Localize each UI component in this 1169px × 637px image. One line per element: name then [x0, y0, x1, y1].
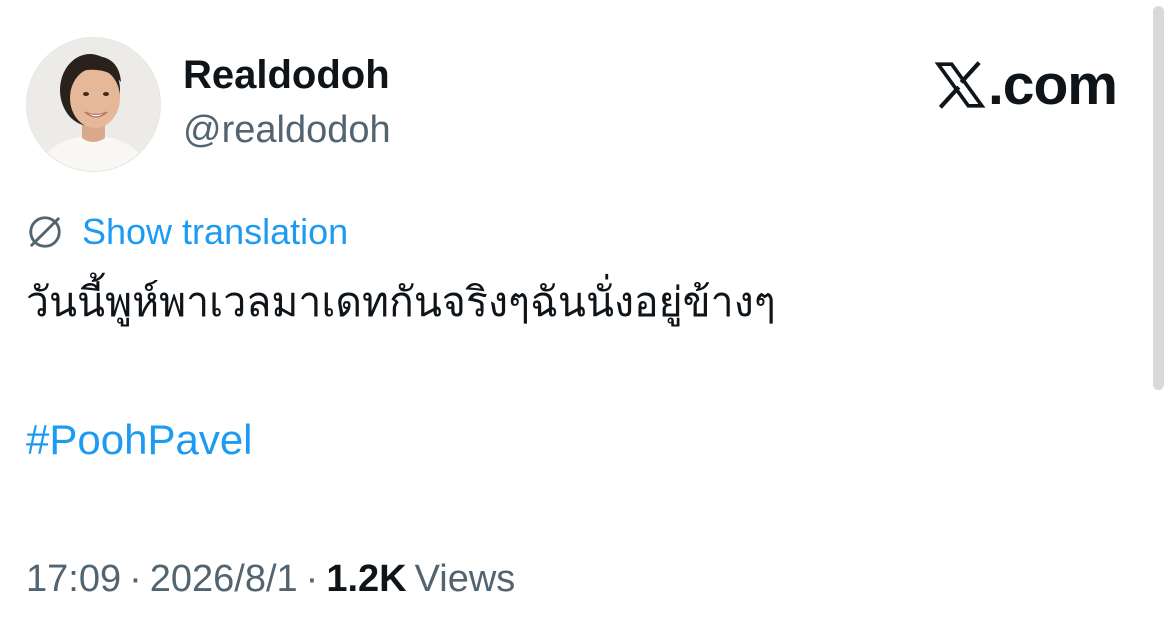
tweet-time[interactable]: 17:09 [26, 555, 121, 603]
hashtag-link[interactable]: #PoohPavel [26, 414, 253, 466]
tweet-card: Realdodoh @realdodoh .com Show translati… [0, 0, 1169, 637]
avatar[interactable] [26, 37, 161, 172]
x-logo-icon [934, 61, 986, 109]
tweet-date[interactable]: 2026/8/1 [150, 555, 298, 603]
tweet-text: วันนี้พูห์พาเวลมาเดทกันจริงๆฉันนั่งอยู่ข… [26, 278, 776, 326]
globe-icon [29, 216, 61, 248]
show-translation-link[interactable]: Show translation [82, 210, 348, 254]
show-translation-row[interactable]: Show translation [26, 210, 348, 254]
scrollbar[interactable] [1153, 6, 1164, 390]
tweet-meta: 17:09 · 2026/8/1 · 1.2K Views [26, 555, 515, 603]
views-count[interactable]: 1.2K [326, 555, 406, 603]
author-handle[interactable]: @realdodoh [183, 108, 391, 152]
author-display-name[interactable]: Realdodoh [183, 52, 390, 98]
meta-separator: · [129, 558, 142, 600]
meta-separator: · [305, 558, 319, 600]
brand-watermark: .com [934, 53, 1118, 117]
avatar-image [27, 38, 160, 171]
views-label: Views [414, 558, 516, 600]
brand-text: .com [987, 53, 1118, 117]
